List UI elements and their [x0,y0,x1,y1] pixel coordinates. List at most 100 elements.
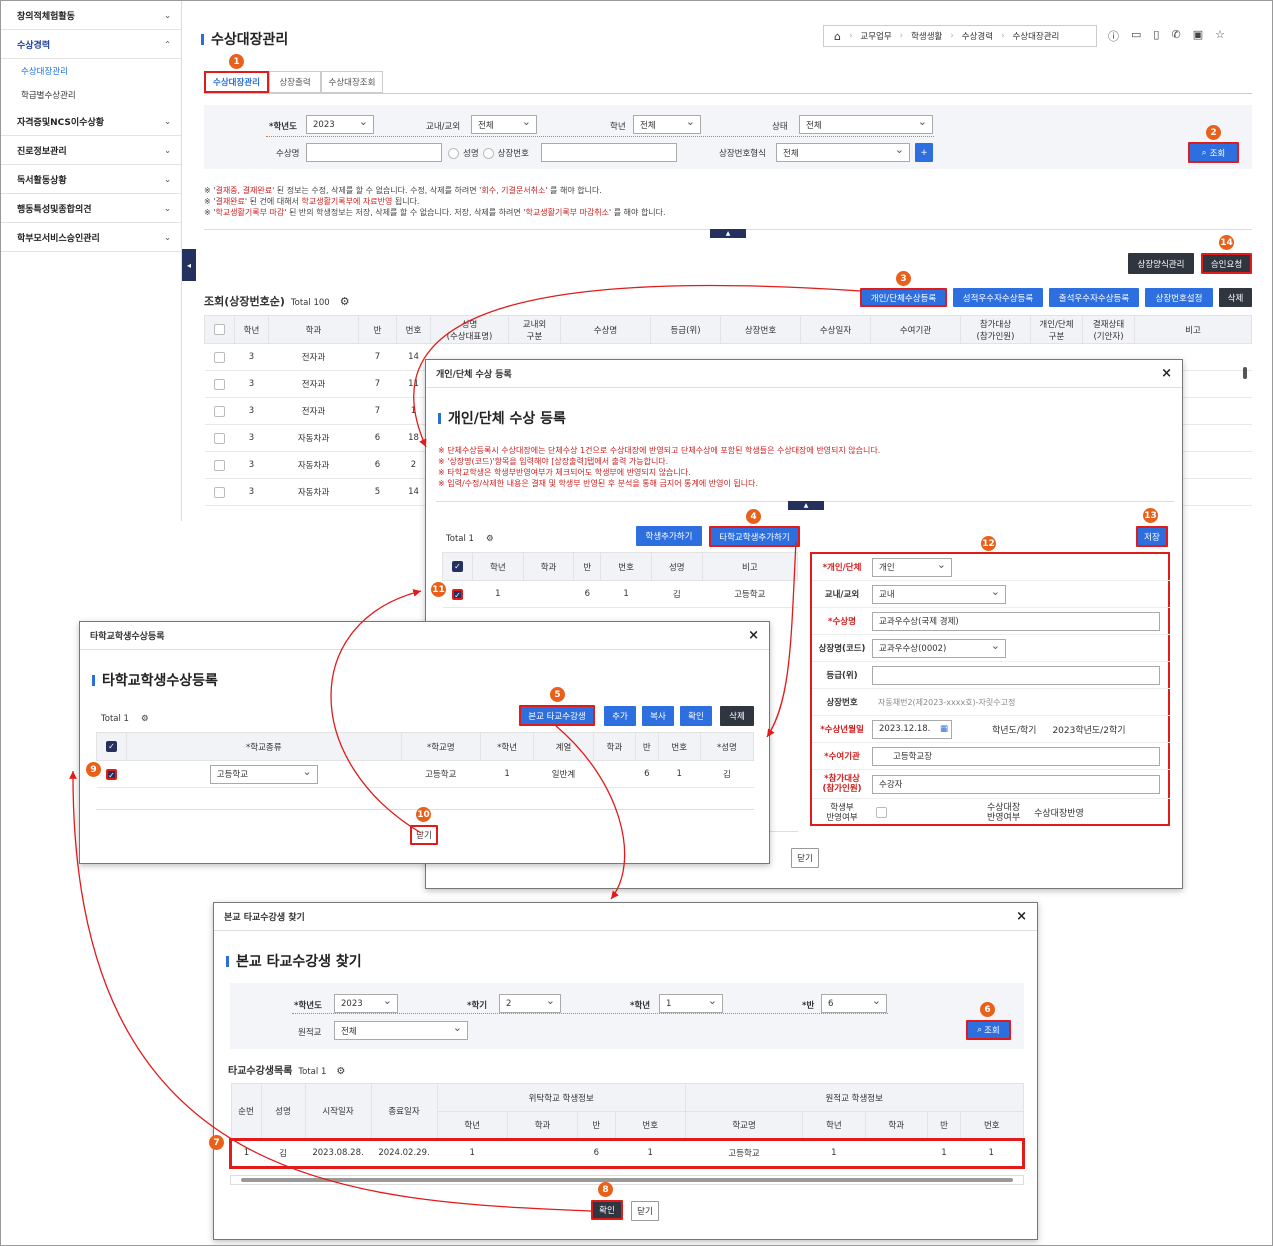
copy-button[interactable]: 복사 [642,706,674,726]
sidebar-item-certs[interactable]: 자격증및NCS이수상황 ⌄ [1,107,181,136]
search-keyword-input[interactable] [541,143,677,162]
select-all-checkbox[interactable] [214,324,225,335]
school-type-select[interactable]: 고등학교 [209,764,318,784]
confirm-button[interactable]: 확인 [591,1200,623,1220]
sidebar-item-creative[interactable]: 창의적체험활동 ⌄ [1,1,181,30]
approval-request-button[interactable]: 승인요청 [1201,253,1252,274]
cert-number-setting-button[interactable]: 상장번호설정 [1145,288,1213,307]
close-icon[interactable]: × [1016,909,1027,924]
sidebar-item-awards[interactable]: 수상경력 ⌃ [1,30,181,59]
settings-icon[interactable]: ⚙ [340,295,350,308]
close-icon[interactable]: × [748,628,759,643]
grade-select[interactable]: 1 [659,994,723,1013]
number-format-select[interactable]: 전체 [776,143,910,162]
row-checkbox[interactable] [214,378,225,390]
award-name-input[interactable] [306,143,442,162]
grade-input[interactable] [872,665,1160,685]
help-icon[interactable]: ⓘ [1108,28,1119,44]
step-badge: 4 [746,509,761,524]
type-select[interactable]: 개인 [872,557,952,577]
find-transfer-student-button[interactable]: 본교 타교수강생 [519,705,595,726]
document-icon[interactable]: ▯ [1153,28,1159,44]
close-icon[interactable]: × [1161,366,1172,381]
tab-award-search[interactable]: 수상대장조회 [321,71,383,93]
award-name-input[interactable]: 교과우수상(국제 경제) [872,611,1160,631]
tab-certificate-print[interactable]: 상장출력 [269,71,321,93]
grade-award-button[interactable]: 성적우수자수상등록 [953,288,1043,307]
row-checkbox[interactable]: ✓ [452,588,463,600]
table-row[interactable]: ✓ 고등학교 고등학교1일반계61김 [96,760,754,788]
table-scrollbar[interactable] [1241,361,1249,511]
step-badge: 2 [1206,125,1221,140]
add-student-button[interactable]: 학생추가하기 [636,526,702,546]
collapse-toggle[interactable]: ▲ [788,501,824,510]
chevron-down-icon: ⌄ [164,145,171,155]
list-title: 조회(상장번호순) Total 100 ⚙ [204,295,350,308]
save-button[interactable]: 저장 [1136,526,1168,547]
search-button[interactable]: ⌕ 조회 [1188,142,1239,163]
sidebar-item-reading[interactable]: 독서활동상황 ⌄ [1,165,181,194]
confirm-button[interactable]: 확인 [680,706,712,726]
close-button[interactable]: 닫기 [410,825,438,845]
settings-icon[interactable]: ⚙ [141,714,149,724]
sidebar-toggle[interactable]: ◂ [182,249,196,281]
delete-button[interactable]: 삭제 [1219,288,1252,307]
status-select[interactable]: 전체 [799,115,933,134]
settings-icon[interactable]: ⚙ [336,1066,345,1077]
class-select[interactable]: 6 [821,994,887,1013]
year-select[interactable]: 2023 [334,994,398,1013]
grade-select[interactable]: 전체 [633,115,701,134]
record-checkbox[interactable] [876,807,887,818]
chat-icon[interactable]: ▭ [1131,28,1141,44]
settings-icon[interactable]: ⚙ [486,534,494,544]
row-checkbox[interactable]: ✓ [106,768,117,780]
award-date-input[interactable]: 2023.12.18. ▦ [872,719,952,739]
row-checkbox[interactable] [214,432,225,444]
cert-code-select[interactable]: 교과우수상(0002) [872,638,1006,658]
origin-school-select[interactable]: 전체 [334,1021,468,1040]
sidebar-sub-award-ledger[interactable]: 수상대장관리 [1,59,181,83]
home-icon[interactable]: ⌂ [834,30,841,43]
row-checkbox[interactable] [214,459,225,471]
tab-award-ledger[interactable]: 수상대장관리 [204,71,269,93]
certificate-format-button[interactable]: 상장양식관리 [1128,253,1194,274]
chevron-down-icon: ⌄ [164,232,171,242]
row-checkbox[interactable] [214,405,225,417]
sidebar-item-parent[interactable]: 학부모서비스승인관리 ⌄ [1,223,181,252]
semester-select[interactable]: 2 [499,994,561,1013]
add-button[interactable]: 추가 [604,706,636,726]
radio-name[interactable] [448,147,459,159]
sidebar-sub-class-awards[interactable]: 학급별수상관리 [1,83,181,107]
chevron-up-icon: ⌃ [164,39,171,49]
year-select[interactable]: 2023 [306,115,374,134]
select-all-checkbox[interactable]: ✓ [106,741,117,752]
add-format-button[interactable]: + [915,143,933,162]
radio-cert-no[interactable] [482,147,494,159]
row-checkbox[interactable] [214,486,225,498]
sidebar-item-behavior[interactable]: 행동특성및종합의견 ⌄ [1,194,181,223]
search-button[interactable]: ⌕ 조회 [966,1020,1011,1040]
inout-select[interactable]: 전체 [471,115,537,134]
breadcrumb: ⌂ › 교무업무 › 학생생활 › 수상경력 › 수상대장관리 [823,25,1097,47]
issuer-input[interactable]: 고등학교장 [872,746,1160,766]
individual-group-award-button[interactable]: 개인/단체수상등록 [860,288,947,307]
star-icon[interactable]: ☆ [1215,28,1225,44]
close-button[interactable]: 닫기 [791,848,819,868]
inout-select[interactable]: 교내 [872,584,1006,604]
add-other-school-student-button[interactable]: 타학교학생추가하기 [709,526,800,547]
select-all-checkbox[interactable]: ✓ [452,561,463,572]
attendance-award-button[interactable]: 출석우수자수상등록 [1049,288,1139,307]
row-checkbox[interactable] [214,351,225,363]
step-badge: 9 [86,762,101,777]
horizontal-scrollbar[interactable] [230,1175,1024,1185]
phone-icon[interactable]: ✆ [1171,28,1180,44]
collapse-toggle[interactable]: ▲ [710,229,746,238]
participant-input[interactable]: 수강자 [872,774,1160,794]
delete-button[interactable]: 삭제 [720,706,754,726]
sidebar-item-career[interactable]: 진로정보관리 ⌄ [1,136,181,165]
calendar-icon[interactable]: ▣ [1193,28,1203,44]
close-button[interactable]: 닫기 [631,1201,659,1221]
table-row[interactable]: ✓ 1 6 1 김 고등학교 [442,580,798,608]
student-table: ✓ 학년 학과 반 번호 성명 비고 ✓ 1 6 1 김 고등학교 [442,552,799,608]
table-row[interactable]: 1 김 2023.08.28. 2024.02.29. 1 6 1 고등학교 1 1 1 [229,1137,1025,1169]
